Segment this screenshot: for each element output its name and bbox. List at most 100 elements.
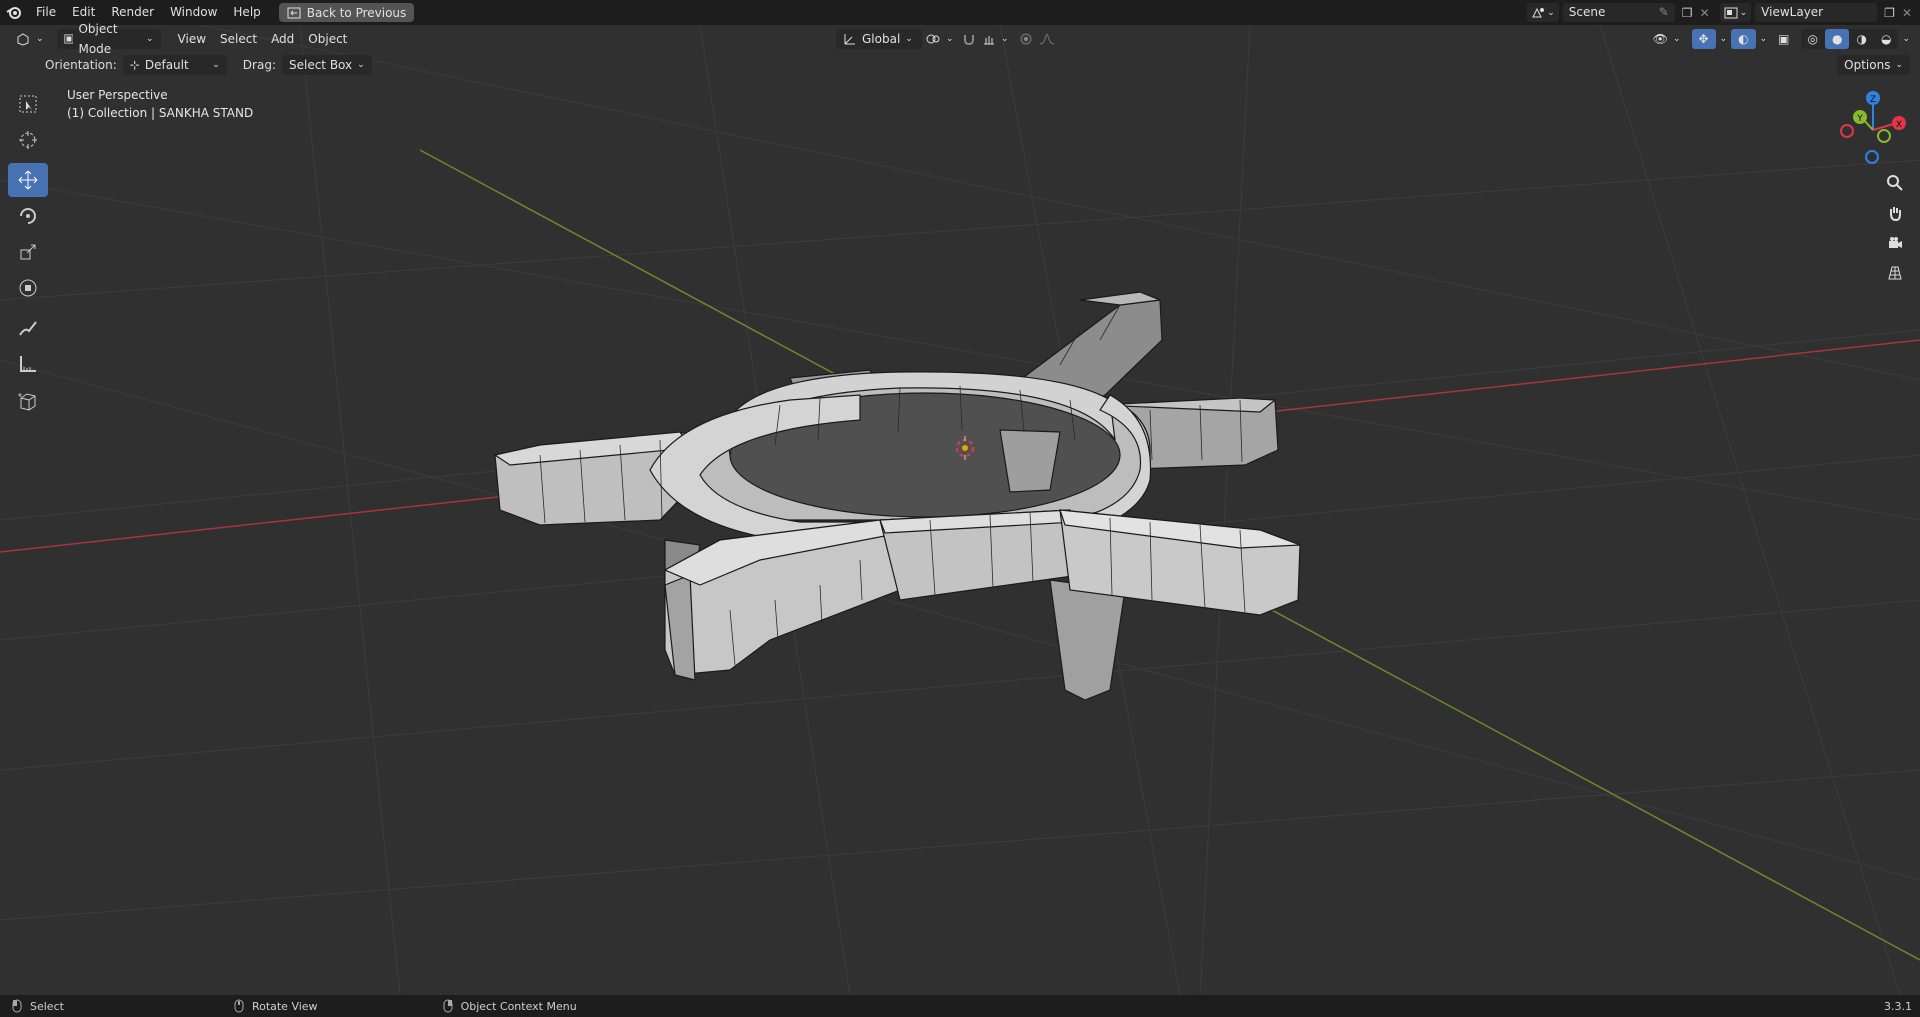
menu-view[interactable]: View [171, 29, 213, 49]
transform-icon [19, 279, 37, 297]
mode-dropdown[interactable]: Object Mode ⌄ [56, 22, 161, 56]
shading-mode-group: ◎ ● ◑ ◒ [1800, 29, 1899, 49]
annotate-tool[interactable] [8, 311, 48, 345]
mode-label: Object Mode [78, 22, 118, 56]
viewport-header: ⌄ Object Mode ⌄ View Select Add Object Gl… [0, 22, 1920, 56]
menu-window[interactable]: Window [162, 0, 225, 25]
xray-icon: ▣ [1778, 32, 1790, 46]
status-context-label: Object Context Menu [460, 999, 577, 1013]
viewport-info: User Perspective (1) Collection | SANKHA… [67, 86, 253, 122]
snap-target-dropdown[interactable]: ⌄ [975, 29, 1016, 49]
pivot-icon [926, 34, 940, 44]
status-select: Select [12, 999, 64, 1013]
gizmo-neg-x-axis[interactable] [1840, 124, 1854, 138]
view-layer-name: ViewLayer [1761, 5, 1824, 19]
select-box-tool[interactable] [8, 87, 48, 121]
gizmo-neg-y-axis[interactable] [1877, 129, 1891, 143]
add-cube-tool[interactable] [8, 385, 48, 419]
move-tool[interactable] [8, 163, 48, 197]
view-layer-name-field[interactable]: ViewLayer [1755, 3, 1878, 22]
top-bar: File Edit Render Window Help Back to Pre… [0, 0, 1920, 25]
middle-mouse-icon [234, 999, 244, 1013]
perspective-toggle-icon[interactable] [1882, 260, 1908, 286]
gizmo-z-label: Z [1870, 95, 1876, 105]
menu-select[interactable]: Select [213, 29, 264, 49]
overlays-icon: ◐ [1738, 32, 1749, 46]
measure-icon [20, 356, 36, 372]
object-mode-icon [63, 34, 74, 44]
wireframe-shading-icon[interactable]: ◎ [1801, 29, 1825, 49]
material-shading-icon[interactable]: ◑ [1849, 29, 1873, 49]
gizmo-x-label: X [1896, 120, 1902, 130]
editor-type-button[interactable]: ⌄ [8, 29, 51, 49]
measure-tool[interactable] [8, 347, 48, 381]
global-axis-icon [844, 34, 855, 45]
view-layer-browse-button[interactable]: ⌄ [1719, 3, 1752, 22]
orientation-dropdown[interactable]: ⊹ Default ⌄ [122, 55, 227, 75]
view-layer-icon [1724, 7, 1738, 18]
pan-hand-icon[interactable] [1882, 200, 1908, 226]
rotate-icon [20, 208, 36, 224]
gizmo-dropdown-icon[interactable]: ⌄ [1720, 34, 1728, 44]
scene-icon [1532, 7, 1545, 17]
overlays-dropdown-icon[interactable]: ⌄ [1760, 34, 1768, 44]
menu-file[interactable]: File [28, 0, 64, 25]
camera-view-icon[interactable] [1882, 230, 1908, 256]
rotate-tool[interactable] [8, 199, 48, 233]
drag-label: Drag: [242, 58, 276, 72]
tool-shelf [8, 87, 50, 421]
menu-help[interactable]: Help [225, 0, 268, 25]
blender-logo-icon[interactable] [0, 5, 28, 21]
tool-settings-bar: Orientation: ⊹ Default ⌄ Drag: Select Box… [0, 54, 372, 76]
falloff-curve-icon [1039, 34, 1055, 45]
transform-orientation-label: Global [862, 32, 901, 46]
orientation-label: Orientation: [45, 58, 117, 72]
back-to-previous-button[interactable]: Back to Previous [278, 3, 415, 22]
viewport-canvas[interactable] [0, 25, 1920, 995]
overlays-toggle[interactable]: ◐ [1731, 29, 1756, 49]
shading-dropdown-icon[interactable]: ⌄ [1902, 34, 1910, 44]
version-label: 3.3.1 [1884, 999, 1912, 1013]
snap-increment-icon [984, 36, 994, 45]
falloff-dropdown[interactable] [1032, 29, 1062, 49]
delete-scene-icon[interactable]: ✕ [1700, 6, 1716, 20]
gizmo-y-label: Y [1856, 114, 1863, 124]
delete-view-layer-icon[interactable]: ✕ [1902, 6, 1920, 20]
solid-shading-icon[interactable]: ● [1825, 29, 1850, 49]
navigation-buttons [1882, 170, 1908, 290]
scene-name-field[interactable]: Scene ✎ [1562, 3, 1675, 22]
cursor-tool[interactable] [8, 123, 48, 157]
viewport-display-controls: 👁 ⌄ ✥ ⌄ ◐ ⌄ ▣ ◎ ● ◑ ◒ ⌄ [1646, 29, 1910, 49]
drag-value: Select Box [288, 58, 353, 72]
menu-add[interactable]: Add [264, 29, 301, 49]
left-mouse-icon [12, 999, 22, 1013]
options-dropdown[interactable]: Options ⌄ [1837, 55, 1910, 75]
select-box-icon [19, 95, 37, 113]
xray-toggle[interactable]: ▣ [1771, 29, 1796, 49]
status-rotate-label: Rotate View [251, 999, 318, 1013]
scene-name: Scene [1568, 5, 1606, 19]
menu-object[interactable]: Object [301, 29, 354, 49]
new-scene-icon[interactable]: ❐ [1679, 6, 1696, 20]
visibility-dropdown[interactable]: 👁 ⌄ [1646, 29, 1688, 49]
new-view-layer-icon[interactable]: ❐ [1881, 6, 1898, 20]
gizmo-neg-z-axis[interactable] [1865, 150, 1879, 164]
drag-dropdown[interactable]: Select Box ⌄ [281, 55, 372, 75]
rendered-shading-icon[interactable]: ◒ [1874, 29, 1898, 49]
orientation-value: Default [144, 58, 189, 72]
eye-icon: 👁 [1652, 32, 1668, 46]
zoom-icon[interactable] [1882, 170, 1908, 196]
status-context: Object Context Menu [443, 999, 577, 1013]
scale-icon [20, 244, 36, 260]
navigation-gizmo[interactable]: Z X Y [1840, 85, 1910, 175]
right-mouse-icon [443, 999, 453, 1013]
add-cube-icon [18, 393, 36, 411]
pin-icon[interactable]: ✎ [1659, 3, 1669, 22]
scale-tool[interactable] [8, 235, 48, 269]
transform-orientation-dropdown[interactable]: Global ⌄ [836, 29, 922, 49]
transform-tool[interactable] [8, 271, 48, 305]
magnet-icon [964, 35, 974, 46]
gizmo-toggle[interactable]: ✥ [1691, 29, 1716, 49]
status-rotate: Rotate View [234, 999, 318, 1013]
scene-browse-button[interactable]: ⌄ [1527, 3, 1559, 22]
